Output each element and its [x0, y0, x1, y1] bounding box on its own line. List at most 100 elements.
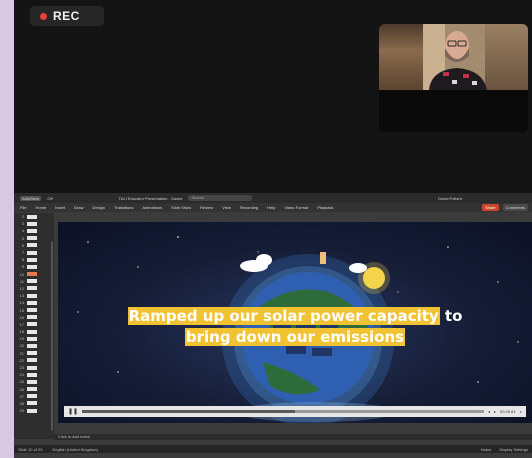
- slide-thumbnail-pane: 2 3 4 5 6 7 8 9 10 11 12 13 14 15 16 17 18 19 20 21 22 23 24 25…: [14, 213, 54, 439]
- slide-number: 19: [19, 336, 24, 342]
- pause-icon[interactable]: ❚❚: [68, 408, 78, 415]
- slide-number: 20: [19, 343, 24, 349]
- slide-thumbnail[interactable]: 9: [14, 263, 54, 270]
- notes-button[interactable]: Notes: [481, 447, 491, 452]
- slide-number: 14: [19, 300, 24, 306]
- slide-preview: [27, 351, 37, 356]
- slide-preview: [27, 401, 37, 406]
- slide-preview: [27, 279, 37, 284]
- slide-number: 21: [19, 350, 24, 356]
- slide-preview: [27, 408, 37, 413]
- tab-animations[interactable]: Animations: [142, 205, 162, 210]
- slide-thumbnail[interactable]: 23: [14, 364, 54, 371]
- slide-thumbnail[interactable]: 2: [14, 213, 54, 220]
- slide-preview: [27, 250, 37, 255]
- slide-thumbnail[interactable]: 8: [14, 256, 54, 263]
- user-name[interactable]: David Pollard: [438, 196, 462, 201]
- slide-number: 8: [21, 257, 24, 263]
- slide-number: 29: [19, 408, 24, 414]
- slide-thumbnail[interactable]: 14: [14, 299, 54, 306]
- slide-preview: [27, 300, 37, 305]
- tab-home[interactable]: Home: [35, 205, 46, 210]
- slide-preview: [27, 264, 37, 269]
- slide-number: 17: [19, 321, 24, 327]
- webcam-video: [379, 24, 528, 132]
- video-controls: ❚❚ ◂ ▸ 00:29.61 ◖: [64, 406, 526, 417]
- comments-button[interactable]: Comments: [502, 204, 528, 211]
- tab-design[interactable]: Design: [92, 205, 104, 210]
- slide-thumbnail[interactable]: 6: [14, 242, 54, 249]
- slide-thumbnail[interactable]: 12: [14, 285, 54, 292]
- notes-pane[interactable]: Click to add notes: [54, 434, 532, 440]
- share-button[interactable]: Share: [481, 204, 499, 211]
- thumbnail-scrollbar[interactable]: [51, 241, 53, 431]
- slide-number: 7: [21, 250, 24, 256]
- slide-preview: [27, 272, 37, 277]
- slide-number: 6: [21, 242, 24, 248]
- slide-number: 25: [19, 379, 24, 385]
- search-input[interactable]: Search: [188, 195, 253, 201]
- tab-help[interactable]: Help: [267, 205, 275, 210]
- tab-insert[interactable]: Insert: [55, 205, 65, 210]
- slide-thumbnail[interactable]: 28: [14, 400, 54, 407]
- step-back-icon[interactable]: ◂: [488, 409, 490, 414]
- slide-thumbnail[interactable]: 22: [14, 357, 54, 364]
- tab-review[interactable]: Review: [200, 205, 213, 210]
- slide-thumbnail[interactable]: 20: [14, 342, 54, 349]
- screen-share: REC AutoSave Off TALI Educator Presentat…: [14, 0, 532, 458]
- file-title: TALI Educator Presentation - Saved: [118, 195, 183, 201]
- slide-number: 18: [19, 329, 24, 335]
- slide-thumbnail[interactable]: 18: [14, 328, 54, 335]
- slide-number: 26: [19, 386, 24, 392]
- tab-view[interactable]: View: [222, 205, 231, 210]
- slide-number: 2: [21, 214, 24, 220]
- slide-thumbnail[interactable]: 5: [14, 235, 54, 242]
- slide-thumbnail[interactable]: 10: [14, 271, 54, 278]
- tab-slide-show[interactable]: Slide Show: [171, 205, 191, 210]
- status-bar: Slide 10 of 29 English (United Kingdom) …: [14, 445, 532, 453]
- slide-number: 27: [19, 393, 24, 399]
- tab-video-format[interactable]: Video Format: [284, 205, 308, 210]
- slide-number: 15: [19, 307, 24, 313]
- slide-number: 12: [19, 285, 24, 291]
- tab-recording[interactable]: Recording: [240, 205, 258, 210]
- display-settings-button[interactable]: Display Settings: [499, 447, 528, 452]
- slide-thumbnail[interactable]: 17: [14, 321, 54, 328]
- video-progress-fill: [82, 410, 296, 413]
- tab-playback[interactable]: Playback: [317, 205, 333, 210]
- slide-thumbnail[interactable]: 13: [14, 292, 54, 299]
- slide-thumbnail[interactable]: 21: [14, 350, 54, 357]
- slide-thumbnail[interactable]: 16: [14, 314, 54, 321]
- tab-transitions[interactable]: Transitions: [114, 205, 133, 210]
- slide-number: 11: [19, 278, 24, 284]
- slide-preview: [27, 228, 37, 233]
- slide-preview: [27, 343, 37, 348]
- slide-number: 22: [19, 357, 24, 363]
- slide-canvas: Ramped up our solar power capacity to br…: [58, 222, 532, 423]
- language-indicator[interactable]: English (United Kingdom): [52, 447, 97, 452]
- tab-file[interactable]: File: [20, 205, 26, 210]
- slide-preview: [27, 336, 37, 341]
- slide-thumbnail[interactable]: 27: [14, 393, 54, 400]
- slide-thumbnail[interactable]: 7: [14, 249, 54, 256]
- slide-thumbnail[interactable]: 4: [14, 227, 54, 234]
- ribbon-tabs: File Home Insert Draw Design Transitions…: [14, 203, 532, 212]
- slide-preview: [27, 387, 37, 392]
- step-forward-icon[interactable]: ▸: [494, 409, 496, 414]
- caption-line1-rest: to: [439, 307, 463, 325]
- slide-thumbnail[interactable]: 19: [14, 335, 54, 342]
- slide-thumbnail[interactable]: 26: [14, 386, 54, 393]
- slide-thumbnail[interactable]: 3: [14, 220, 54, 227]
- slide-thumbnail[interactable]: 25: [14, 378, 54, 385]
- video-time: 00:29.61: [500, 409, 516, 414]
- slide-thumbnail[interactable]: 24: [14, 371, 54, 378]
- slide-number: 24: [19, 372, 24, 378]
- slide-thumbnail[interactable]: 15: [14, 306, 54, 313]
- volume-icon[interactable]: ◖: [520, 409, 522, 414]
- slide-preview: [27, 293, 37, 298]
- slide-thumbnail[interactable]: 11: [14, 278, 54, 285]
- slide-thumbnail[interactable]: 29: [14, 407, 54, 414]
- video-seek-bar[interactable]: [82, 410, 484, 413]
- autosave-toggle[interactable]: AutoSave: [20, 195, 42, 201]
- tab-draw[interactable]: Draw: [74, 205, 83, 210]
